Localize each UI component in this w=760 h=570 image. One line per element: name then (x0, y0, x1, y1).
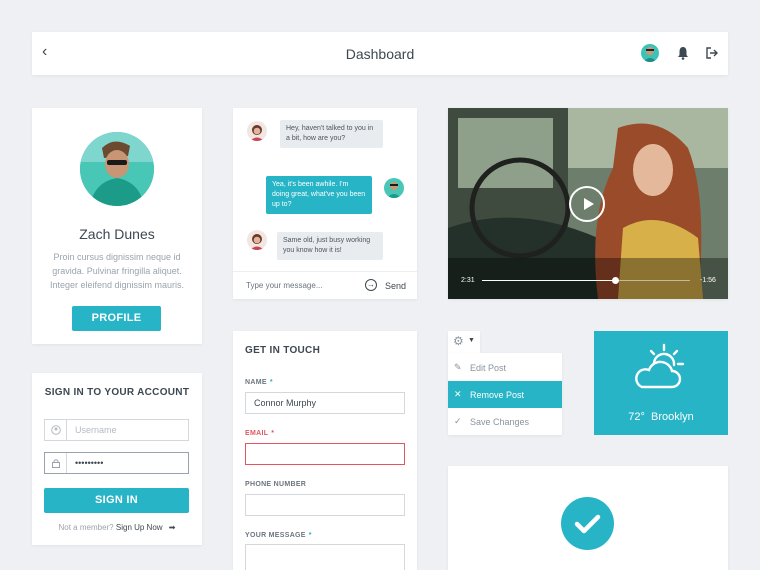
my-avatar (384, 178, 404, 198)
profile-avatar (80, 132, 154, 206)
signin-button[interactable]: SIGN IN (44, 488, 189, 513)
logout-icon[interactable] (706, 46, 718, 64)
username-placeholder: Username (75, 425, 117, 435)
signin-card: SIGN IN TO YOUR ACCOUNT Username •••••••… (32, 373, 202, 545)
profile-card: Zach Dunes Proin cursus dignissim neque … (32, 108, 202, 344)
profile-bio: Proin cursus dignissim neque id gravida.… (49, 252, 185, 290)
profile-button[interactable]: PROFILE (72, 306, 161, 331)
caret-down-icon: ▼ (468, 337, 475, 344)
send-icon[interactable]: → (365, 279, 377, 291)
bell-icon[interactable] (677, 46, 689, 65)
name-label: NAME * (245, 379, 273, 386)
video-elapsed: 2:31 (461, 277, 475, 284)
username-field[interactable]: Username (44, 419, 189, 441)
contact-avatar (247, 230, 267, 250)
lock-icon (45, 453, 67, 473)
menu-item-remove-post[interactable]: ✕ Remove Post (448, 381, 562, 408)
menu-item-edit-post[interactable]: ✎ Edit Post (448, 354, 562, 381)
weather-temp: 72° (628, 411, 645, 423)
password-value: ••••••••• (75, 458, 104, 468)
weather-widget: 72° Brooklyn (594, 331, 728, 435)
menu-item-label: Remove Post (470, 390, 525, 400)
chat-message-incoming: Hey, haven't talked to you in a bit, how… (280, 120, 383, 148)
success-card (448, 466, 728, 570)
password-field[interactable]: ••••••••• (44, 452, 189, 474)
top-bar: ‹ Dashboard (32, 32, 728, 75)
menu-item-save-changes[interactable]: ✓ Save Changes (448, 408, 562, 435)
profile-name: Zach Dunes (79, 226, 155, 242)
message-label: YOUR MESSAGE * (245, 532, 312, 539)
chat-card: Hey, haven't talked to you in a bit, how… (233, 108, 417, 299)
menu-item-label: Save Changes (470, 417, 530, 427)
weather-city: Brooklyn (650, 411, 694, 423)
phone-label: PHONE NUMBER (245, 481, 307, 488)
video-player[interactable]: 2:31 -1:56 (448, 108, 728, 299)
check-icon (574, 514, 601, 534)
chat-message-outgoing: Yea, it's been awhile. I'm doing great, … (266, 176, 372, 214)
user-avatar[interactable] (641, 44, 659, 62)
chat-input[interactable]: Type your message... (246, 281, 322, 290)
contact-form: GET IN TOUCH NAME * Connor Murphy EMAIL * … (233, 331, 417, 570)
pencil-icon: ✎ (454, 362, 462, 372)
weather-readout: 72° Brooklyn (594, 411, 728, 423)
user-icon (45, 420, 67, 440)
email-label: EMAIL * (245, 430, 275, 437)
page-title: Dashboard (345, 46, 415, 62)
chat-input-row: Type your message... → Send (233, 271, 417, 299)
video-remaining: -1:56 (700, 277, 716, 284)
email-field[interactable] (245, 443, 405, 465)
signup-link[interactable]: Sign Up Now (116, 523, 163, 532)
send-button[interactable]: Send (385, 281, 406, 291)
signin-title: SIGN IN TO YOUR ACCOUNT (44, 387, 190, 398)
gear-icon: ⚙ (453, 334, 464, 348)
partly-cloudy-icon (635, 343, 685, 389)
play-icon (584, 198, 594, 210)
video-scrubber[interactable] (612, 277, 619, 284)
signup-text: Not a member? (58, 523, 114, 532)
contact-title: GET IN TOUCH (245, 345, 321, 356)
arrow-right-icon: ➡ (168, 523, 176, 532)
menu-item-label: Edit Post (470, 363, 507, 373)
play-button[interactable] (569, 186, 605, 222)
settings-dropdown-menu: ✎ Edit Post ✕ Remove Post ✓ Save Changes (448, 353, 562, 435)
phone-field[interactable] (245, 494, 405, 516)
settings-dropdown-toggle[interactable]: ⚙ ▼ (448, 331, 480, 353)
name-field[interactable]: Connor Murphy (245, 392, 405, 414)
chat-message-incoming: Same old, just busy working you know how… (277, 232, 383, 260)
check-icon: ✓ (454, 416, 462, 426)
contact-avatar (247, 121, 267, 141)
video-progress-fill (482, 280, 615, 281)
message-field[interactable] (245, 544, 405, 570)
close-icon: ✕ (454, 389, 462, 399)
success-badge (561, 497, 614, 550)
signup-prompt: Not a member? Sign Up Now ➡ (32, 523, 202, 532)
